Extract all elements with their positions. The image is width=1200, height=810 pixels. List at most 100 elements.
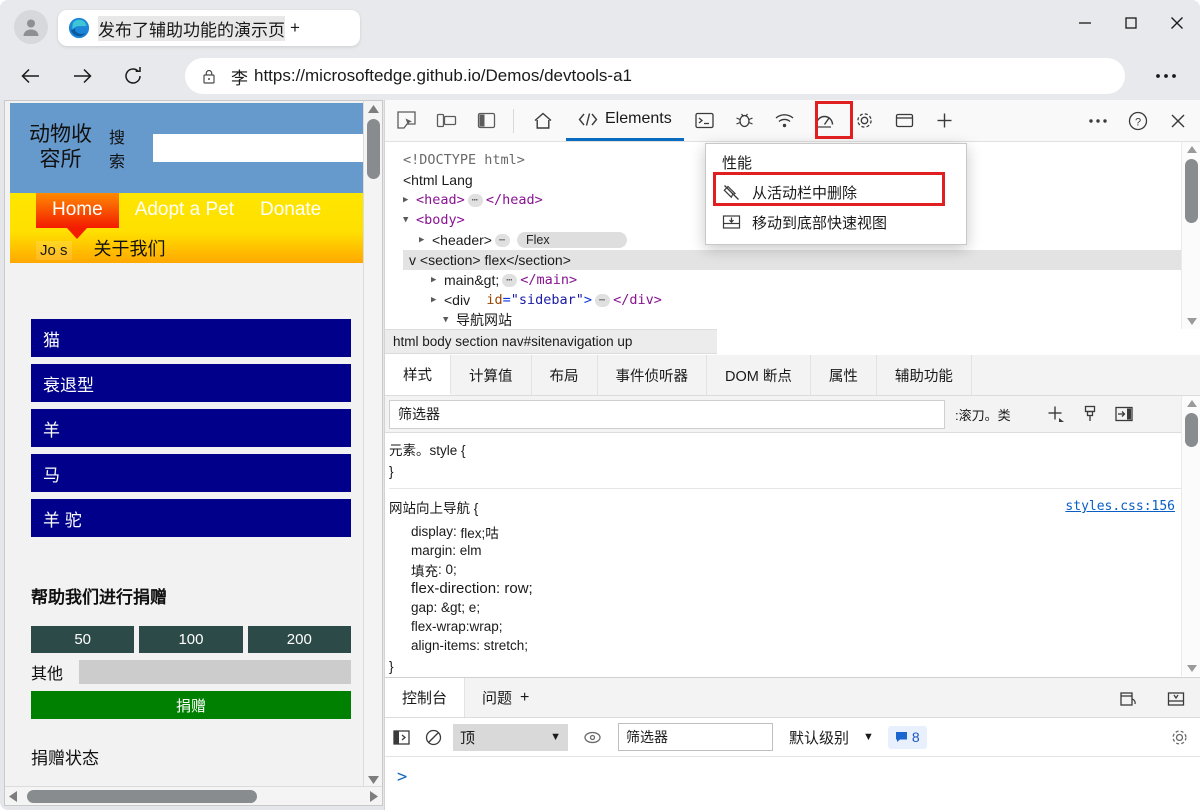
css-declaration[interactable]: margin: elm bbox=[389, 541, 1200, 560]
device-emulation-button[interactable] bbox=[427, 102, 465, 140]
tab-accessibility[interactable]: 辅助功能 bbox=[877, 355, 972, 395]
list-item[interactable]: 马 bbox=[31, 454, 351, 492]
tab-computed[interactable]: 计算值 bbox=[451, 355, 532, 395]
amount-button-100[interactable]: 100 bbox=[139, 626, 243, 653]
tab-layout[interactable]: 布局 bbox=[532, 355, 598, 395]
scroll-left-arrow[interactable] bbox=[5, 787, 21, 805]
tab-application-button[interactable] bbox=[886, 102, 924, 140]
scrollbar-thumb-vertical[interactable] bbox=[1185, 413, 1198, 447]
tab-elements[interactable]: Elements bbox=[566, 101, 684, 141]
console-prompt[interactable]: > bbox=[397, 767, 407, 787]
back-button[interactable] bbox=[11, 56, 51, 96]
maximize-button[interactable] bbox=[1108, 0, 1154, 46]
close-window-button[interactable] bbox=[1154, 0, 1200, 46]
dom-line-section[interactable]: v <section> flex</section> bbox=[403, 250, 1200, 270]
tab-sources-button[interactable] bbox=[726, 102, 764, 140]
expand-triangle-icon[interactable]: ▶ bbox=[431, 275, 444, 285]
collapse-triangle-icon[interactable]: ▼ bbox=[403, 215, 416, 225]
dock-side-button[interactable] bbox=[467, 102, 505, 140]
devtools-close-button[interactable] bbox=[1159, 102, 1197, 140]
donate-submit-button[interactable]: 捐赠 bbox=[31, 691, 351, 719]
tab-dom-breakpoints[interactable]: DOM 断点 bbox=[707, 355, 811, 395]
site-nav-item-home[interactable]: Home bbox=[36, 193, 119, 239]
css-declaration[interactable]: gap: &gt; e; bbox=[389, 598, 1200, 617]
breadcrumb[interactable]: html body section nav#sitenavigation up bbox=[385, 329, 717, 354]
site-nav-item-donate[interactable]: Donate bbox=[250, 193, 331, 228]
profile-avatar[interactable] bbox=[14, 10, 48, 44]
dom-line-main[interactable]: ▶ main&gt; ⋯ </main> bbox=[403, 270, 1200, 290]
element-state-button[interactable] bbox=[1073, 399, 1107, 429]
context-menu-item-move-to-drawer[interactable]: 移动到底部快速视图 bbox=[706, 207, 966, 237]
amount-button-200[interactable]: 200 bbox=[247, 626, 351, 653]
add-panel-button[interactable] bbox=[926, 102, 964, 140]
scroll-up-arrow[interactable] bbox=[1182, 142, 1200, 157]
tab-event-listeners[interactable]: 事件侦听器 bbox=[598, 355, 707, 395]
amount-button-50[interactable]: 50 bbox=[31, 626, 135, 653]
expand-triangle-icon[interactable]: ▶ bbox=[403, 195, 416, 205]
tab-styles[interactable]: 样式 bbox=[385, 355, 451, 395]
css-rule-selector[interactable]: 网站向上导航 { bbox=[389, 497, 478, 517]
expand-triangle-icon[interactable]: ▶ bbox=[431, 295, 444, 305]
css-declaration[interactable]: 填充: 0; bbox=[389, 560, 1200, 579]
css-declaration[interactable]: flex-direction: row; bbox=[389, 579, 1200, 598]
tab-console-icon-button[interactable] bbox=[686, 102, 724, 140]
css-declaration[interactable]: display: flex;咕 bbox=[389, 522, 1200, 541]
element-style-rule[interactable]: 元素。style { } bbox=[389, 433, 1200, 489]
other-amount-input[interactable] bbox=[79, 660, 351, 684]
collapsed-children-icon[interactable]: ⋯ bbox=[595, 293, 611, 307]
scrollbar-thumb-horizontal[interactable] bbox=[27, 790, 257, 803]
browser-tab[interactable]: 发布了辅助功能的演示页 + bbox=[58, 10, 360, 46]
site-nav-item-adopt[interactable]: Adopt a Pet bbox=[125, 193, 244, 228]
collapsed-children-icon[interactable]: ⋯ bbox=[502, 273, 518, 287]
css-declaration[interactable]: flex-wrap: wrap; bbox=[389, 617, 1200, 636]
scroll-up-arrow[interactable] bbox=[1182, 396, 1200, 411]
devtools-help-button[interactable]: ? bbox=[1119, 102, 1157, 140]
dom-line-nav[interactable]: ▼ 导航网站 bbox=[403, 310, 1200, 329]
clear-console-button[interactable] bbox=[417, 721, 449, 753]
viewport-scrollbar-horizontal[interactable] bbox=[5, 786, 382, 805]
site-nav-item-about[interactable]: 关于我们 bbox=[94, 235, 166, 261]
styles-pane[interactable]: 元素。style { } 网站向上导航 { styles.css:156 dis… bbox=[385, 433, 1200, 676]
expand-triangle-icon[interactable]: ▶ bbox=[419, 235, 432, 245]
reload-button[interactable] bbox=[113, 56, 153, 96]
scrollbar-thumb-vertical[interactable] bbox=[1185, 159, 1198, 223]
styles-filter-input[interactable]: 筛选器 bbox=[389, 399, 945, 429]
collapsed-children-icon[interactable]: ⋯ bbox=[467, 193, 483, 207]
styles-pane-scrollbar[interactable] bbox=[1181, 396, 1200, 676]
address-bar[interactable]: 李 https://microsoftedge.github.io/Demos/… bbox=[185, 58, 1125, 94]
console-output[interactable]: > bbox=[385, 757, 1200, 810]
toggle-styles-pane-button[interactable] bbox=[1107, 399, 1141, 429]
tab-network-button[interactable] bbox=[766, 102, 804, 140]
scroll-down-arrow[interactable] bbox=[1182, 314, 1200, 329]
scroll-up-arrow[interactable] bbox=[364, 101, 382, 117]
viewport-scrollbar-vertical[interactable] bbox=[363, 101, 382, 788]
dom-tree-scrollbar[interactable] bbox=[1181, 142, 1200, 329]
list-item[interactable]: 猫 bbox=[31, 319, 351, 357]
dock-drawer-button[interactable] bbox=[1157, 680, 1195, 718]
new-tab-button[interactable]: + bbox=[290, 18, 300, 38]
css-source-link[interactable]: styles.css:156 bbox=[1065, 499, 1175, 514]
dom-line-div-sidebar[interactable]: ▶ <div id = "sidebar" > ⋯ </div> bbox=[403, 290, 1200, 310]
tab-issues[interactable]: 问题 + bbox=[465, 678, 546, 717]
live-expression-button[interactable] bbox=[576, 721, 608, 753]
console-message-count-badge[interactable]: 8 bbox=[887, 725, 927, 749]
browser-settings-button[interactable] bbox=[1146, 58, 1186, 94]
scroll-down-arrow[interactable] bbox=[1182, 661, 1200, 676]
list-item[interactable]: 羊 驼 bbox=[31, 499, 351, 537]
styles-cls-toggle[interactable]: :滚刀。类 bbox=[955, 405, 1011, 424]
console-sidebar-button[interactable] bbox=[385, 721, 417, 753]
console-level-select[interactable]: 默认级别 ▼ bbox=[789, 727, 874, 748]
forward-button[interactable] bbox=[62, 56, 102, 96]
console-filter-input[interactable]: 筛选器 bbox=[618, 723, 773, 751]
tab-settings-button[interactable] bbox=[846, 102, 884, 140]
flex-badge[interactable]: Flex bbox=[516, 232, 627, 248]
collapsed-children-icon[interactable]: ⋯ bbox=[494, 233, 510, 247]
tab-performance-button[interactable] bbox=[806, 102, 844, 140]
site-nav-item-jobs[interactable]: Jo s bbox=[36, 241, 72, 260]
devtools-home-button[interactable] bbox=[524, 102, 562, 140]
devtools-more-button[interactable] bbox=[1079, 102, 1117, 140]
restore-drawer-button[interactable] bbox=[1109, 680, 1147, 718]
css-rule[interactable]: 网站向上导航 { styles.css:156 display: flex;咕 … bbox=[389, 489, 1200, 676]
inspect-element-button[interactable] bbox=[387, 102, 425, 140]
tab-console[interactable]: 控制台 bbox=[385, 678, 466, 717]
